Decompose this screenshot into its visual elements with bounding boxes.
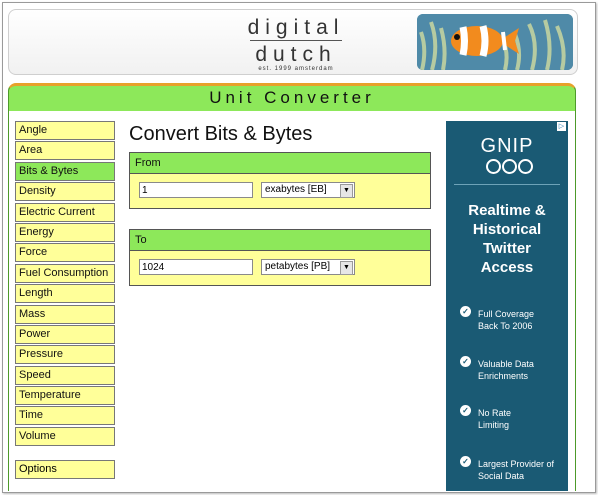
ad-feature-item: ✓ No Rate Limiting (460, 405, 564, 431)
sidebar-item-angle[interactable]: Angle (15, 121, 115, 140)
page-title: Convert Bits & Bytes (129, 123, 313, 145)
from-panel-header: From (130, 153, 430, 174)
to-panel-body: petabytes [PB] ▼ (130, 251, 430, 285)
sidebar-item-time[interactable]: Time (15, 406, 115, 426)
logo-line-2: dutch (255, 43, 337, 66)
check-circle-icon: ✓ (460, 356, 471, 367)
sidebar-item-density[interactable]: Density (15, 182, 115, 202)
chevron-down-icon[interactable]: ▼ (340, 261, 353, 275)
logo-tagline: est. 1999 amsterdam (258, 66, 334, 72)
from-value-input[interactable] (139, 182, 253, 198)
check-circle-icon: ✓ (460, 405, 471, 416)
sidebar-nav: Angle Area Bits & Bytes Density Electric… (15, 121, 115, 447)
ad-logo-circles-icon (486, 159, 534, 179)
ad-feature-item: ✓ Full Coverage Back To 2006 (460, 306, 564, 332)
to-unit-select[interactable]: petabytes [PB] ▼ (261, 259, 355, 275)
sidebar-item-bits-bytes[interactable]: Bits & Bytes (15, 161, 115, 181)
check-circle-icon: ✓ (460, 306, 471, 317)
clownfish-banner-image (417, 14, 573, 70)
ad-feature-item: ✓ Valuable Data Enrichments (460, 356, 564, 382)
to-unit-selected: petabytes [PB] (265, 261, 331, 272)
sidebar-item-electric-current[interactable]: Electric Current (15, 202, 115, 222)
ad-headline-line: Historical (472, 221, 542, 238)
sidebar-item-temperature[interactable]: Temperature (15, 386, 115, 406)
from-panel: From exabytes [EB] ▼ (129, 152, 431, 209)
ad-brand-logo: GNIP (480, 135, 534, 157)
sidebar-item-speed[interactable]: Speed (15, 365, 115, 385)
ad-headline: Realtime & Historical Twitter Access (446, 201, 568, 277)
sidebar-item-power[interactable]: Power (15, 324, 115, 344)
sidebar-item-mass[interactable]: Mass (15, 304, 115, 324)
advertisement-banner[interactable]: ▷ GNIP Realtime & Historical Twitter Acc… (446, 121, 568, 491)
sidebar-item-length[interactable]: Length (15, 284, 115, 304)
ad-info-icon[interactable]: ▷ (557, 122, 566, 131)
from-unit-select[interactable]: exabytes [EB] ▼ (261, 182, 355, 198)
chevron-down-icon[interactable]: ▼ (340, 184, 353, 198)
sidebar-item-volume[interactable]: Volume (15, 426, 115, 446)
to-panel: To petabytes [PB] ▼ (129, 229, 431, 286)
clownfish-icon (417, 14, 573, 70)
ad-feature-line: Valuable Data (478, 359, 534, 369)
ad-headline-line: Realtime & (468, 202, 546, 219)
ad-divider (454, 184, 560, 185)
site-logo[interactable]: digital dutch est. 1999 amsterdam (246, 16, 346, 72)
page-title-bar: Unit Converter (8, 83, 576, 113)
ad-feature-line: Social Data (478, 471, 525, 481)
ad-feature-line: No Rate (478, 408, 512, 418)
sidebar-item-energy[interactable]: Energy (15, 222, 115, 242)
ad-feature-line: Full Coverage (478, 309, 535, 319)
logo-divider (250, 40, 342, 41)
ad-feature-line: Limiting (478, 420, 510, 430)
ad-feature-line: Back To 2006 (478, 321, 533, 331)
ad-feature-item: ✓ Largest Provider of Social Data (460, 456, 564, 482)
options-button[interactable]: Options (15, 460, 115, 479)
ad-feature-line: Largest Provider of (478, 459, 555, 469)
sidebar-item-force[interactable]: Force (15, 243, 115, 263)
sidebar-item-pressure[interactable]: Pressure (15, 345, 115, 365)
to-panel-header: To (130, 230, 430, 251)
ad-headline-line: Twitter (482, 240, 532, 257)
logo-line-1: digital (247, 16, 345, 39)
check-circle-icon: ✓ (460, 456, 471, 467)
ad-headline-line: Access (480, 259, 534, 276)
sidebar-item-area[interactable]: Area (15, 141, 115, 161)
site-header: digital dutch est. 1999 amsterdam (8, 9, 578, 75)
sidebar-item-fuel-consumption[interactable]: Fuel Consumption (15, 263, 115, 283)
ad-feature-line: Enrichments (478, 371, 529, 381)
to-value-input[interactable] (139, 259, 253, 275)
from-panel-body: exabytes [EB] ▼ (130, 174, 430, 208)
from-unit-selected: exabytes [EB] (265, 184, 327, 195)
